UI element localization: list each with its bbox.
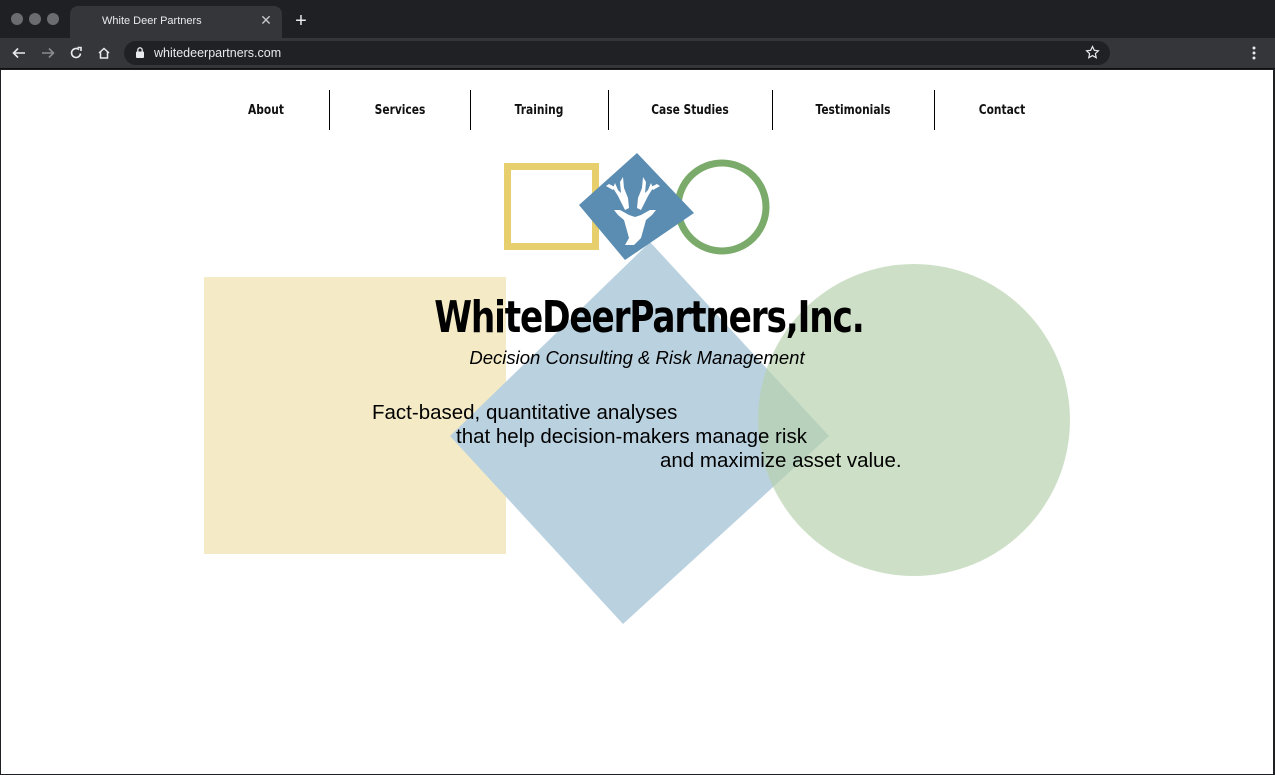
nav-divider: [608, 90, 609, 130]
nav-contact[interactable]: Contact: [961, 90, 1043, 130]
nav-case-studies[interactable]: Case Studies: [641, 90, 739, 130]
address-bar[interactable]: whitedeerpartners.com: [124, 41, 1110, 65]
more-options-icon[interactable]: [1246, 43, 1262, 63]
nav-divider: [329, 90, 330, 130]
plus-icon[interactable]: +: [290, 10, 312, 32]
browser-tab-bar: White Deer Partners ✕ +: [0, 0, 1275, 38]
window-zoom-dot[interactable]: [47, 13, 59, 25]
lead-line-1: Fact-based, quantitative analyses: [372, 401, 678, 424]
lead-line-3: and maximize asset value.: [660, 449, 902, 472]
forward-arrow-icon[interactable]: [38, 43, 58, 63]
nav-services[interactable]: Services: [359, 90, 441, 130]
reload-icon[interactable]: [66, 43, 86, 63]
nav-training[interactable]: Training: [498, 90, 580, 130]
url-text: whitedeerpartners.com: [154, 46, 282, 60]
nav-divider: [772, 90, 773, 130]
tab-title: White Deer Partners: [102, 15, 202, 27]
nav-testimonials[interactable]: Testimonials: [804, 90, 902, 130]
lead-line-2: that help decision-makers manage risk: [456, 425, 807, 448]
bookmark-star-icon[interactable]: [1085, 45, 1100, 65]
browser-toolbar: whitedeerpartners.com: [0, 38, 1275, 69]
window-minimize-dot[interactable]: [29, 13, 41, 25]
nav-about[interactable]: About: [225, 90, 307, 130]
main-navigation: About Services Training Case Studies Tes…: [1, 90, 1273, 130]
nav-divider: [934, 90, 935, 130]
nav-divider: [470, 90, 471, 130]
lock-icon: [135, 46, 145, 64]
logo-circle: [674, 159, 770, 255]
page-viewport: About Services Training Case Studies Tes…: [1, 70, 1273, 774]
home-icon[interactable]: [94, 43, 114, 63]
close-icon[interactable]: ✕: [258, 12, 274, 28]
browser-tab[interactable]: White Deer Partners ✕: [70, 6, 282, 38]
company-tagline: Decision Consulting & Risk Management: [469, 347, 805, 368]
company-name: WhiteDeerPartners,Inc.: [434, 292, 865, 343]
window-close-dot[interactable]: [11, 13, 23, 25]
back-arrow-icon[interactable]: [9, 43, 29, 63]
